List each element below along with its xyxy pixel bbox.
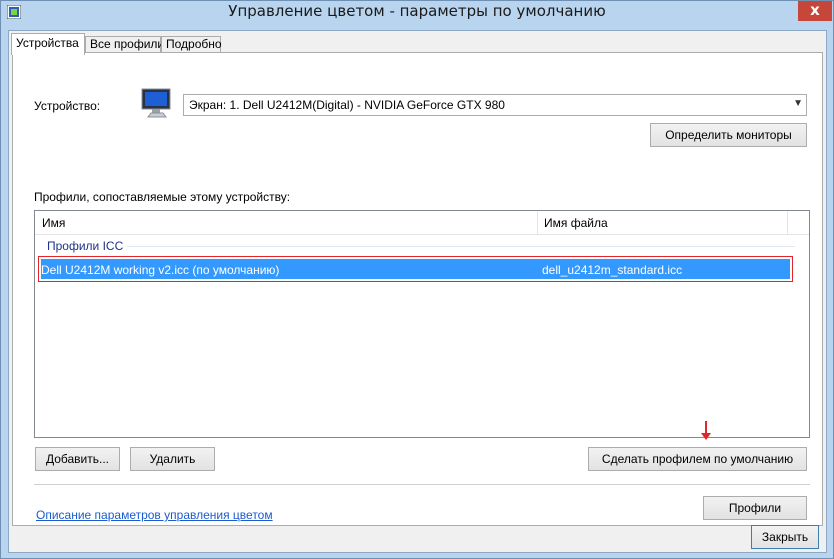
color-management-window: Управление цветом - параметры по умолчан…: [0, 0, 834, 559]
set-default-profile-button[interactable]: Сделать профилем по умолчанию: [588, 447, 807, 471]
tab-all-profiles[interactable]: Все профили: [85, 36, 164, 53]
annotation-highlight-box: Dell U2412M working v2.icc (по умолчанию…: [38, 256, 793, 282]
add-profile-button[interactable]: Добавить...: [35, 447, 120, 471]
dialog-client-area: Устройства Все профили Подробно Устройст…: [8, 30, 827, 553]
remove-profile-button[interactable]: Удалить: [130, 447, 215, 471]
title-bar[interactable]: Управление цветом - параметры по умолчан…: [1, 1, 833, 23]
identify-monitors-button[interactable]: Определить мониторы: [650, 123, 807, 147]
window-title: Управление цветом - параметры по умолчан…: [228, 2, 606, 20]
list-header: Имя Имя файла: [35, 211, 809, 235]
column-header-filename[interactable]: Имя файла: [544, 216, 608, 230]
column-header-name[interactable]: Имя: [42, 216, 65, 230]
device-select[interactable]: Экран: 1. Dell U2412M(Digital) - NVIDIA …: [183, 94, 807, 116]
close-window-button[interactable]: x: [798, 1, 832, 21]
annotation-arrow-icon: [701, 421, 711, 440]
group-header-icc: Профили ICC: [47, 239, 124, 253]
chevron-down-icon: ▼: [793, 98, 803, 109]
tab-advanced[interactable]: Подробно: [161, 36, 222, 53]
panel-divider: [34, 484, 810, 485]
tab-devices[interactable]: Устройства: [11, 33, 85, 55]
profiles-list[interactable]: Имя Имя файла Профили ICC Dell U2412M wo…: [34, 210, 810, 438]
profile-file-cell: dell_u2412m_standard.icc: [542, 263, 683, 277]
device-label: Устройство:: [34, 99, 101, 113]
table-row[interactable]: Dell U2412M working v2.icc (по умолчанию…: [41, 259, 790, 279]
column-separator[interactable]: [787, 211, 788, 235]
group-divider: [127, 246, 795, 247]
profiles-section-label: Профили, сопоставляемые этому устройству…: [34, 190, 291, 204]
devices-panel: Устройство: Экран: 1. Dell U2412M(Digita…: [12, 52, 823, 526]
profiles-button[interactable]: Профили: [703, 496, 807, 520]
help-link[interactable]: Описание параметров управления цветом: [36, 508, 273, 522]
device-select-value: Экран: 1. Dell U2412M(Digital) - NVIDIA …: [189, 98, 505, 112]
profile-name-cell: Dell U2412M working v2.icc (по умолчанию…: [41, 263, 280, 277]
column-separator[interactable]: [537, 211, 538, 235]
close-button[interactable]: Закрыть: [751, 525, 819, 549]
monitor-icon: [141, 88, 171, 118]
